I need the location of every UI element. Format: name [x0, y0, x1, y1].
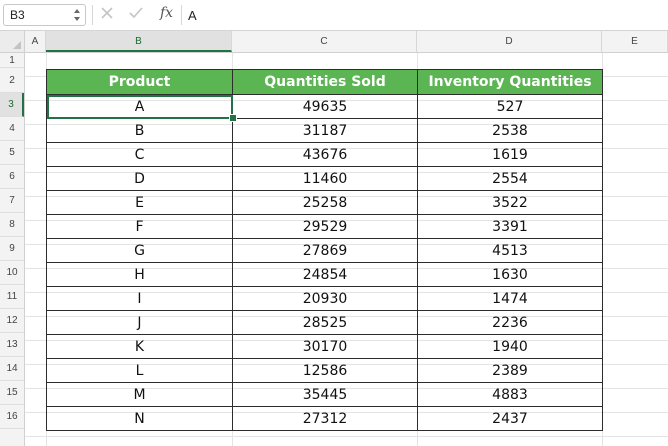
separator	[181, 5, 182, 25]
formula-input[interactable]: A	[188, 8, 197, 23]
row-header-15[interactable]: 15	[0, 381, 24, 405]
table-header-row: Product Quantities Sold Inventory Quanti…	[46, 69, 603, 95]
row-header-3[interactable]: 3	[0, 93, 24, 117]
row-header-6[interactable]: 6	[0, 165, 24, 189]
cell-quantities-sold[interactable]: 30170	[232, 334, 418, 359]
row-header-9[interactable]: 9	[0, 237, 24, 261]
row-header-16[interactable]: 16	[0, 405, 24, 429]
row-header-12[interactable]: 12	[0, 309, 24, 333]
cell-quantities-sold[interactable]: 27869	[232, 238, 418, 263]
table-row: F 29529 3391	[46, 214, 603, 239]
column-headers: A B C D E	[0, 31, 668, 53]
row-header-10[interactable]: 10	[0, 261, 24, 285]
cell-inventory-quantities[interactable]: 1940	[417, 334, 603, 359]
cell-quantities-sold[interactable]: 12586	[232, 358, 418, 383]
cell-inventory-quantities[interactable]: 1474	[417, 286, 603, 311]
cell-inventory-quantities[interactable]: 4513	[417, 238, 603, 263]
table-row: G 27869 4513	[46, 238, 603, 263]
table-row: M 35445 4883	[46, 382, 603, 407]
column-header-e[interactable]: E	[602, 31, 668, 52]
cell-product[interactable]: F	[46, 214, 233, 239]
header-inventory-quantities[interactable]: Inventory Quantities	[417, 69, 603, 95]
header-product[interactable]: Product	[46, 69, 233, 95]
table-row: D 11460 2554	[46, 166, 603, 191]
column-header-c[interactable]: C	[232, 31, 417, 52]
fill-handle[interactable]	[229, 114, 237, 122]
cell-product[interactable]: E	[46, 190, 233, 215]
cell-product[interactable]: K	[46, 334, 233, 359]
cell-product[interactable]: C	[46, 142, 233, 167]
cell-inventory-quantities[interactable]: 1619	[417, 142, 603, 167]
cell-product[interactable]: L	[46, 358, 233, 383]
separator	[92, 5, 93, 25]
product-table: Product Quantities Sold Inventory Quanti…	[46, 69, 603, 431]
cell-quantities-sold[interactable]: 25258	[232, 190, 418, 215]
cell-product[interactable]: D	[46, 166, 233, 191]
cell-inventory-quantities[interactable]: 1630	[417, 262, 603, 287]
cell-quantities-sold[interactable]: 24854	[232, 262, 418, 287]
cell-quantities-sold[interactable]: 28525	[232, 310, 418, 335]
row-header-4[interactable]: 4	[0, 117, 24, 141]
column-header-a[interactable]: A	[25, 31, 46, 52]
row-header-11[interactable]: 11	[0, 285, 24, 309]
column-header-d[interactable]: D	[417, 31, 602, 52]
row-header-1[interactable]: 1	[0, 53, 24, 68]
cell-product[interactable]: H	[46, 262, 233, 287]
cell-inventory-quantities[interactable]: 3522	[417, 190, 603, 215]
row-header-13[interactable]: 13	[0, 333, 24, 357]
cell-quantities-sold[interactable]: 31187	[232, 118, 418, 143]
cell-inventory-quantities[interactable]: 2437	[417, 406, 603, 431]
row-header-2[interactable]: 2	[0, 68, 24, 93]
cell-quantities-sold[interactable]: 11460	[232, 166, 418, 191]
cell-inventory-quantities[interactable]: 2554	[417, 166, 603, 191]
table-row: C 43676 1619	[46, 142, 603, 167]
table-row: H 24854 1630	[46, 262, 603, 287]
row-header-7[interactable]: 7	[0, 189, 24, 213]
cell-inventory-quantities[interactable]: 2389	[417, 358, 603, 383]
name-box[interactable]: B3	[3, 4, 86, 26]
cell-inventory-quantities[interactable]: 527	[417, 94, 603, 119]
cell-quantities-sold[interactable]: 49635	[232, 94, 418, 119]
cell-product[interactable]: J	[46, 310, 233, 335]
cell-product[interactable]: M	[46, 382, 233, 407]
cell-product[interactable]: B	[46, 118, 233, 143]
select-all-button[interactable]	[0, 31, 25, 52]
row-header-14[interactable]: 14	[0, 357, 24, 381]
formula-bar: B3 fx A	[0, 0, 668, 31]
name-box-stepper-icon[interactable]	[73, 8, 81, 22]
confirm-icon[interactable]	[128, 6, 144, 20]
row-header-8[interactable]: 8	[0, 213, 24, 237]
table-row: B 31187 2538	[46, 118, 603, 143]
cell-inventory-quantities[interactable]: 2236	[417, 310, 603, 335]
cell-quantities-sold[interactable]: 27312	[232, 406, 418, 431]
cell-inventory-quantities[interactable]: 2538	[417, 118, 603, 143]
cell-quantities-sold[interactable]: 29529	[232, 214, 418, 239]
cell-quantities-sold[interactable]: 43676	[232, 142, 418, 167]
table-row: K 30170 1940	[46, 334, 603, 359]
cell-product[interactable]: N	[46, 406, 233, 431]
table-row: I 20930 1474	[46, 286, 603, 311]
cell-product[interactable]: I	[46, 286, 233, 311]
function-icon[interactable]: fx	[160, 5, 173, 21]
header-quantities-sold[interactable]: Quantities Sold	[232, 69, 418, 95]
table-row: N 27312 2437	[46, 406, 603, 431]
table-row: E 25258 3522	[46, 190, 603, 215]
cell-inventory-quantities[interactable]: 4883	[417, 382, 603, 407]
row-header-5[interactable]: 5	[0, 141, 24, 165]
table-row: A 49635 527	[46, 94, 603, 119]
cell-quantities-sold[interactable]: 20930	[232, 286, 418, 311]
column-header-b[interactable]: B	[46, 31, 232, 52]
name-box-value: B3	[10, 8, 25, 22]
table-row: J 28525 2236	[46, 310, 603, 335]
cancel-icon[interactable]	[100, 6, 114, 20]
cell-product[interactable]: G	[46, 238, 233, 263]
table-row: L 12586 2389	[46, 358, 603, 383]
cell-quantities-sold[interactable]: 35445	[232, 382, 418, 407]
cell-product[interactable]: A	[46, 94, 233, 119]
cell-inventory-quantities[interactable]: 3391	[417, 214, 603, 239]
row-headers: 1 2 3 4 5 6 7 8 9 10 11 12 13 14 15 16	[0, 53, 25, 446]
